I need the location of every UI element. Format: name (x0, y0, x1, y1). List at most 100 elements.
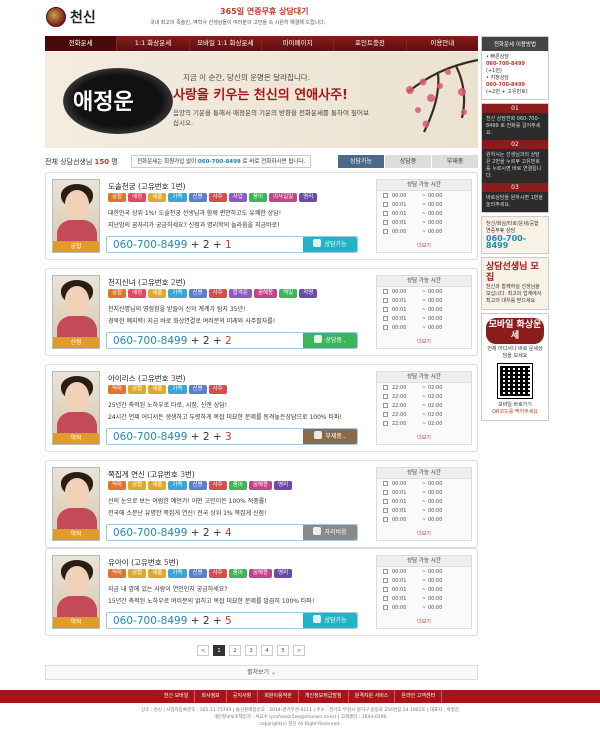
time-separator: ~ (421, 595, 427, 602)
time-from: 00:01 (392, 315, 407, 322)
time-separator: ~ (421, 402, 427, 409)
page-button[interactable]: 4 (261, 645, 273, 656)
expand-more-button[interactable]: 펼쳐보기 ⌄ (45, 665, 478, 680)
counselor-photo[interactable]: 신점 (52, 275, 100, 349)
schedule-more-link[interactable]: 더보기 (377, 618, 471, 625)
page-button[interactable]: 5 (277, 645, 289, 656)
footer-link[interactable]: 회사정보 (195, 690, 227, 703)
schedule-more-link[interactable]: 더보기 (377, 242, 471, 249)
phone-main: 060-700-8499 (113, 431, 188, 443)
counselor-photo[interactable]: 역학 (52, 467, 100, 541)
footer-link[interactable]: 온라인 고객센터 (395, 690, 443, 703)
schedule-row: 22:00 ~02:00 (377, 410, 471, 419)
schedule-more-link[interactable]: 더보기 (377, 338, 471, 345)
consult-promo-card[interactable]: 천신/화상/타로/운세/공합 연중무휴 상담 060-700-8499 (481, 216, 549, 254)
designated-consult-ext: (+2번 + 고유번호) (486, 89, 528, 95)
phone-ext: 4 (225, 527, 232, 539)
counselor-photo[interactable]: 역학 (52, 371, 100, 445)
right-sidebar: 전화운세 이용방법 • 빠른상담 060-700-8499 (+1번) • 지정… (481, 36, 549, 424)
schedule-box: 상담 가능 시간 00:00 ~00:00 00:01 ~00:00 00:01 ~00:0… (376, 179, 472, 253)
specialty-chip: 재물 (148, 289, 167, 298)
fast-consult-phone[interactable]: 060-700-8499 (486, 61, 544, 68)
time-from: 00:01 (392, 577, 407, 584)
counselor-photo[interactable]: 궁합 (52, 179, 100, 253)
time-from: 00:00 (392, 480, 407, 487)
status-button[interactable]: 상담중.. (303, 333, 357, 348)
status-button[interactable]: 부재중.. (303, 429, 357, 444)
counselor-name[interactable]: 유아이 (고유번호 5번) (108, 557, 179, 568)
counselor-photo[interactable]: 역학 (52, 555, 100, 629)
status-button[interactable]: 상담가능 (303, 613, 357, 628)
mobile-video-title: 모바일 화상운세 (486, 318, 544, 344)
nav-mobile-video[interactable]: 모바일 1:1 화상운세 (190, 36, 262, 51)
schedule-row: 00:01 ~00:00 (377, 218, 471, 227)
qr-code-icon[interactable] (497, 363, 533, 399)
description-line: 24시간 언제 어디서든 생생하고 두렷하게 복잡 미묘한 문제를 동격놓은상담… (108, 414, 342, 421)
counselor-description: 신의 눈으로 보는 여럼한 예언가! 어떤 고민이든 100% 적중률! 전국에 … (108, 496, 370, 520)
description-line: 25년간 축적된 노하우로 타로, 시점, 신앤 상담! (108, 402, 228, 409)
recruit-card[interactable]: 상담선생님 모집 천신과 함께하실 선생님을 모십니다. 최고의 업계에서 최고… (481, 257, 549, 310)
specialty-chip: 재물 (148, 385, 167, 394)
footer-link[interactable]: 개인정보취급방침 (299, 690, 349, 703)
phone-main: 060-700-8499 (113, 335, 188, 347)
description-line: 신의 눈으로 보는 여럼한 예언가! 어떤 고민이든 100% 적중률! (108, 498, 267, 505)
page-button[interactable]: < (197, 645, 209, 656)
counselor-name[interactable]: 도솔천궁 (고유번호 1번) (108, 181, 186, 192)
page-button[interactable]: 2 (229, 645, 241, 656)
phone-box[interactable]: 060-700-8499 + 2 + 3 부재중.. (106, 428, 358, 445)
time-to: 00:00 (428, 577, 443, 584)
phone-box[interactable]: 060-700-8499 + 2 + 1 상담가능 (106, 236, 358, 253)
time-separator: ~ (421, 201, 427, 208)
footer-link[interactable]: 천신 모바일 (158, 690, 196, 703)
phone-box[interactable]: 060-700-8499 + 2 + 2 상담중.. (106, 332, 358, 349)
phone-box[interactable]: 060-700-8499 + 2 + 4 자리비움 (106, 524, 358, 541)
footer-link[interactable]: 회원이용약관 (258, 690, 299, 703)
nav-points[interactable]: 포인트충전 (334, 36, 407, 51)
specialty-chip: 역학 (108, 569, 127, 578)
specialty-chips: 역학 궁합 재물 가족 신병 사주 (108, 385, 370, 396)
specialty-chip: 가족 (168, 385, 187, 394)
page-button[interactable]: 3 (245, 645, 257, 656)
counselor-name[interactable]: 천지신녀 (고유번호 2번) (108, 277, 186, 288)
phone-main: 060-700-8499 (113, 239, 188, 251)
counselor-description: 천지신명님의 영험함을 받들어 신의 계계가 됨지 35년! 경북한 예지력! 지… (108, 304, 370, 328)
time-from: 00:01 (392, 489, 407, 496)
counselor-name[interactable]: 쪽집게 연신 (고유번호 3번) (108, 469, 195, 480)
page-button[interactable]: > (293, 645, 305, 656)
consult-promo-text: 천신/화상/타로/운세/공합 연중무휴 상담 (486, 221, 539, 234)
logo-text: 천신 (70, 10, 96, 26)
day-marker-icon (383, 193, 388, 198)
nav-guide[interactable]: 이용안내 (407, 36, 478, 51)
tab-in-session[interactable]: 상담중 (384, 155, 431, 168)
banner-tagline: 지금 이 순간, 당신의 운명은 달라집니다. (183, 73, 311, 82)
time-from: 00:00 (392, 324, 407, 331)
page-button[interactable]: 1 (213, 645, 225, 656)
time-to: 00:00 (428, 297, 443, 304)
logo[interactable]: 천신 (46, 7, 96, 27)
time-from: 00:01 (392, 219, 407, 226)
time-separator: ~ (421, 393, 427, 400)
status-button[interactable]: 상담가능 (303, 237, 357, 252)
tab-away[interactable]: 부재중 (431, 155, 478, 168)
mobile-video-card[interactable]: 모바일 화상운세 언제 어디서나 바로 운세상담을 보세요 모바일 바로가기 Q… (481, 313, 549, 421)
tab-available[interactable]: 상담가능 (337, 155, 384, 168)
footer-link[interactable]: 공지사항 (227, 690, 259, 703)
counselor-id-close: 번) (175, 278, 186, 287)
banner-calligraphy: 애정운 (73, 89, 134, 115)
schedule-more-link[interactable]: 더보기 (377, 434, 471, 441)
step-number: 01 (482, 104, 548, 113)
schedule-more-link[interactable]: 더보기 (377, 530, 471, 537)
nav-video-fortune[interactable]: 1:1 화상운세 (117, 36, 190, 51)
nav-mypage[interactable]: 마이페이지 (262, 36, 335, 51)
counselor-name[interactable]: 아이리스 (고유번호 3번) (108, 373, 186, 384)
status-label: 부재중.. (325, 433, 346, 440)
footer-link[interactable]: 원격지원 서비스 (349, 690, 396, 703)
status-button[interactable]: 자리비움 (303, 525, 357, 540)
designated-consult-phone[interactable]: 060-700-8499 (486, 82, 544, 89)
header-subtitle: 국내 최고의 족술인, 역학사 선생님들이 여러분의 고민을 속 시원히 해결해… (150, 20, 326, 26)
nav-phone-fortune[interactable]: 전화운세 (45, 36, 118, 51)
phone-box[interactable]: 060-700-8499 + 2 + 5 상담가능 (106, 612, 358, 629)
counselor-card: 역학 쪽집게 연신 (고유번호 3번) 역학 궁합 재물 가족 신병 사주 풍이 꿈해몽 명리 신의 … (45, 460, 478, 548)
time-separator: ~ (421, 586, 427, 593)
time-separator: ~ (421, 507, 427, 514)
